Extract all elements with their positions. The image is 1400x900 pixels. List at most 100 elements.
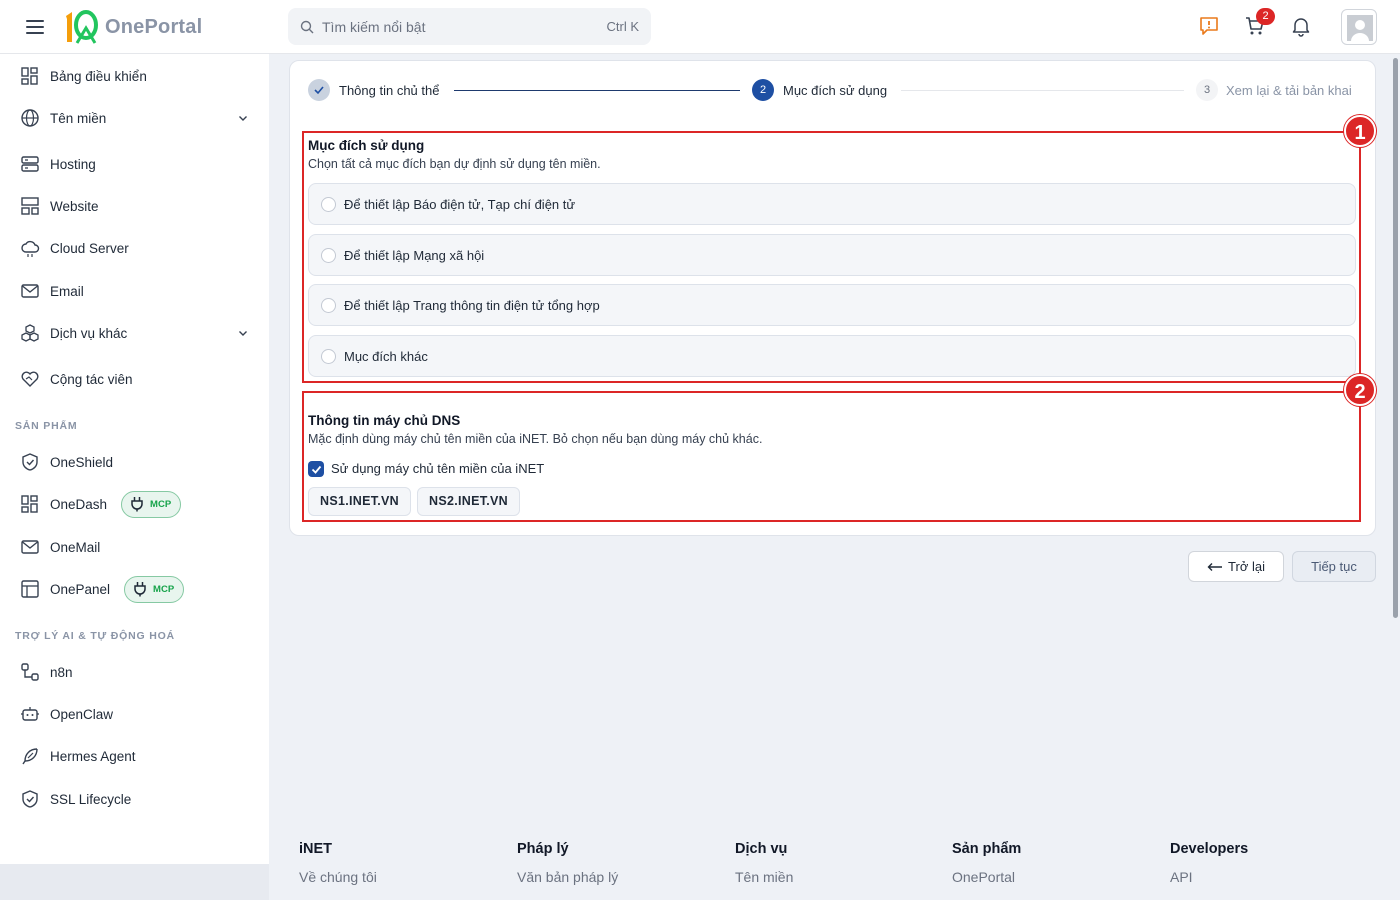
footer-heading: iNET xyxy=(299,841,333,857)
cubes-icon xyxy=(19,322,41,344)
mcp-badge: MCP xyxy=(124,575,185,603)
option-checkbox[interactable] xyxy=(321,297,336,313)
sidebar-item-label: Tên miền xyxy=(50,110,107,126)
feedback-icon[interactable] xyxy=(1198,15,1220,37)
continue-button-label: Tiếp tục xyxy=(1311,559,1357,574)
purpose-option[interactable]: Để thiết lập Mạng xã hội xyxy=(308,234,1356,276)
sidebar-item-ssl-lifecycle[interactable]: SSL Lifecycle xyxy=(0,781,269,817)
purpose-option[interactable]: Để thiết lập Báo điện tử, Tạp chí điện t… xyxy=(308,183,1356,225)
sidebar-item-label: Bảng điều khiển xyxy=(50,68,147,84)
section-title-ai: TRỢ LÝ AI & TỰ ĐỘNG HOÁ xyxy=(15,630,175,642)
sidebar-item-label: n8n xyxy=(50,664,73,680)
dashboard-icon xyxy=(19,493,41,515)
purpose-option[interactable]: Để thiết lập Trang thông tin điện tử tổn… xyxy=(308,284,1356,326)
sidebar-item-hosting[interactable]: Hosting xyxy=(0,146,269,182)
sidebar-item-cloud-server[interactable]: Cloud Server xyxy=(0,230,269,266)
sidebar: Bảng điều khiển Tên miền Hosting Website… xyxy=(0,54,269,864)
logo[interactable]: OnePortal xyxy=(63,10,202,44)
sidebar-item-dashboard[interactable]: Bảng điều khiển xyxy=(0,58,269,94)
option-checkbox[interactable] xyxy=(321,348,336,364)
chevron-down-icon xyxy=(239,116,247,121)
stepper: Thông tin chủ thể 2 Mục đích sử dụng 3 X… xyxy=(290,61,1377,119)
step-2-active[interactable]: 2 xyxy=(752,79,774,101)
website-icon xyxy=(19,195,41,217)
sidebar-item-label: Cộng tác viên xyxy=(50,371,133,387)
sidebar-item-label: OneShield xyxy=(50,454,114,470)
sidebar-item-openclaw[interactable]: OpenClaw xyxy=(0,696,269,732)
sidebar-item-n8n[interactable]: n8n xyxy=(0,654,269,690)
sidebar-item-label: Website xyxy=(50,198,99,214)
footer-link[interactable]: API xyxy=(1170,869,1248,885)
mcp-badge-label: MCP xyxy=(150,498,172,510)
sidebar-item-email[interactable]: Email xyxy=(0,273,269,309)
top-header: OnePortal Ctrl K 2 xyxy=(0,0,1400,54)
sidebar-item-label: Cloud Server xyxy=(50,240,129,256)
sidebar-item-label: OneMail xyxy=(50,539,101,555)
mcp-badge: MCP xyxy=(121,490,182,518)
footer-link[interactable]: Văn bản pháp lý xyxy=(517,869,618,885)
logo-icon xyxy=(66,10,98,44)
purpose-option[interactable]: Mục đích khác xyxy=(308,335,1356,377)
nameserver-chip: NS1.INET.VN xyxy=(308,487,412,516)
continue-button[interactable]: Tiếp tục xyxy=(1292,551,1376,582)
sidebar-item-onepanel[interactable]: OnePanel MCP xyxy=(0,571,269,607)
sidebar-item-other-services[interactable]: Dịch vụ khác xyxy=(0,315,269,351)
sidebar-item-onemail[interactable]: OneMail xyxy=(0,529,269,565)
feather-icon xyxy=(19,745,41,767)
sidebar-item-website[interactable]: Website xyxy=(0,188,269,224)
bell-icon[interactable] xyxy=(1290,15,1312,37)
avatar[interactable] xyxy=(1341,9,1377,45)
sidebar-bottom-strip xyxy=(0,864,269,900)
panel-icon xyxy=(19,578,41,600)
sidebar-item-label: OneDash xyxy=(50,496,108,512)
footer-heading: Developers xyxy=(1170,841,1249,857)
back-button[interactable]: Trở lại xyxy=(1188,551,1284,582)
logo-text: OnePortal xyxy=(105,15,203,38)
purpose-description: Chọn tất cả mục đích bạn dự định sử dụng… xyxy=(308,157,601,171)
option-label: Để thiết lập Mạng xã hội xyxy=(344,247,485,263)
step-3-label: Xem lại & tải bản khai xyxy=(1226,83,1352,98)
user-avatar-icon xyxy=(1347,15,1373,41)
search-box[interactable]: Ctrl K xyxy=(288,8,651,45)
page-scrollbar[interactable] xyxy=(1393,58,1398,618)
sidebar-item-oneshield[interactable]: OneShield xyxy=(0,444,269,480)
footer-link[interactable]: Tên miền xyxy=(735,869,793,885)
step-1-label: Thông tin chủ thể xyxy=(339,83,440,98)
sidebar-item-label: Email xyxy=(50,283,84,299)
footer-heading: Pháp lý xyxy=(517,841,569,857)
step-2-label: Mục đích sử dụng xyxy=(783,83,888,98)
annotation-marker-1: 1 xyxy=(1344,115,1376,147)
shield-icon xyxy=(19,451,41,473)
use-inet-dns-checkbox[interactable] xyxy=(308,461,324,477)
cloud-icon xyxy=(19,237,41,259)
footer-col-developers: Developers API xyxy=(1170,841,1248,885)
step-1-done[interactable] xyxy=(308,79,330,101)
check-icon xyxy=(311,465,321,474)
section-title-products: SẢN PHẨM xyxy=(15,420,78,432)
mail-icon xyxy=(19,536,41,558)
arrow-left-icon xyxy=(1207,562,1223,571)
sidebar-item-hermes-agent[interactable]: Hermes Agent xyxy=(0,738,269,774)
step-3-pending[interactable]: 3 xyxy=(1196,79,1218,101)
sidebar-item-affiliates[interactable]: Cộng tác viên xyxy=(0,361,269,397)
purpose-title: Mục đích sử dụng xyxy=(308,138,425,153)
sidebar-item-onedash[interactable]: OneDash MCP xyxy=(0,486,269,522)
annotation-marker-2: 2 xyxy=(1344,374,1376,406)
option-checkbox[interactable] xyxy=(321,196,336,212)
robot-icon xyxy=(19,703,41,725)
footer-link[interactable]: Về chúng tôi xyxy=(299,869,377,885)
option-checkbox[interactable] xyxy=(321,247,336,263)
sidebar-item-domains[interactable]: Tên miền xyxy=(0,100,269,136)
plug-icon xyxy=(134,582,146,597)
option-label: Mục đích khác xyxy=(344,348,428,364)
use-inet-dns-label[interactable]: Sử dụng máy chủ tên miền của iNET xyxy=(331,461,544,476)
footer-link[interactable]: OnePortal xyxy=(952,869,1021,885)
sidebar-item-label: OpenClaw xyxy=(50,706,114,722)
menu-icon[interactable] xyxy=(26,17,44,37)
footer-heading: Sản phẩm xyxy=(952,841,1022,857)
footer-heading: Dịch vụ xyxy=(735,841,788,857)
handshake-heart-icon xyxy=(19,368,41,390)
sidebar-item-label: OnePanel xyxy=(50,581,111,597)
search-input[interactable] xyxy=(322,18,607,35)
sidebar-item-label: Hermes Agent xyxy=(50,748,136,764)
